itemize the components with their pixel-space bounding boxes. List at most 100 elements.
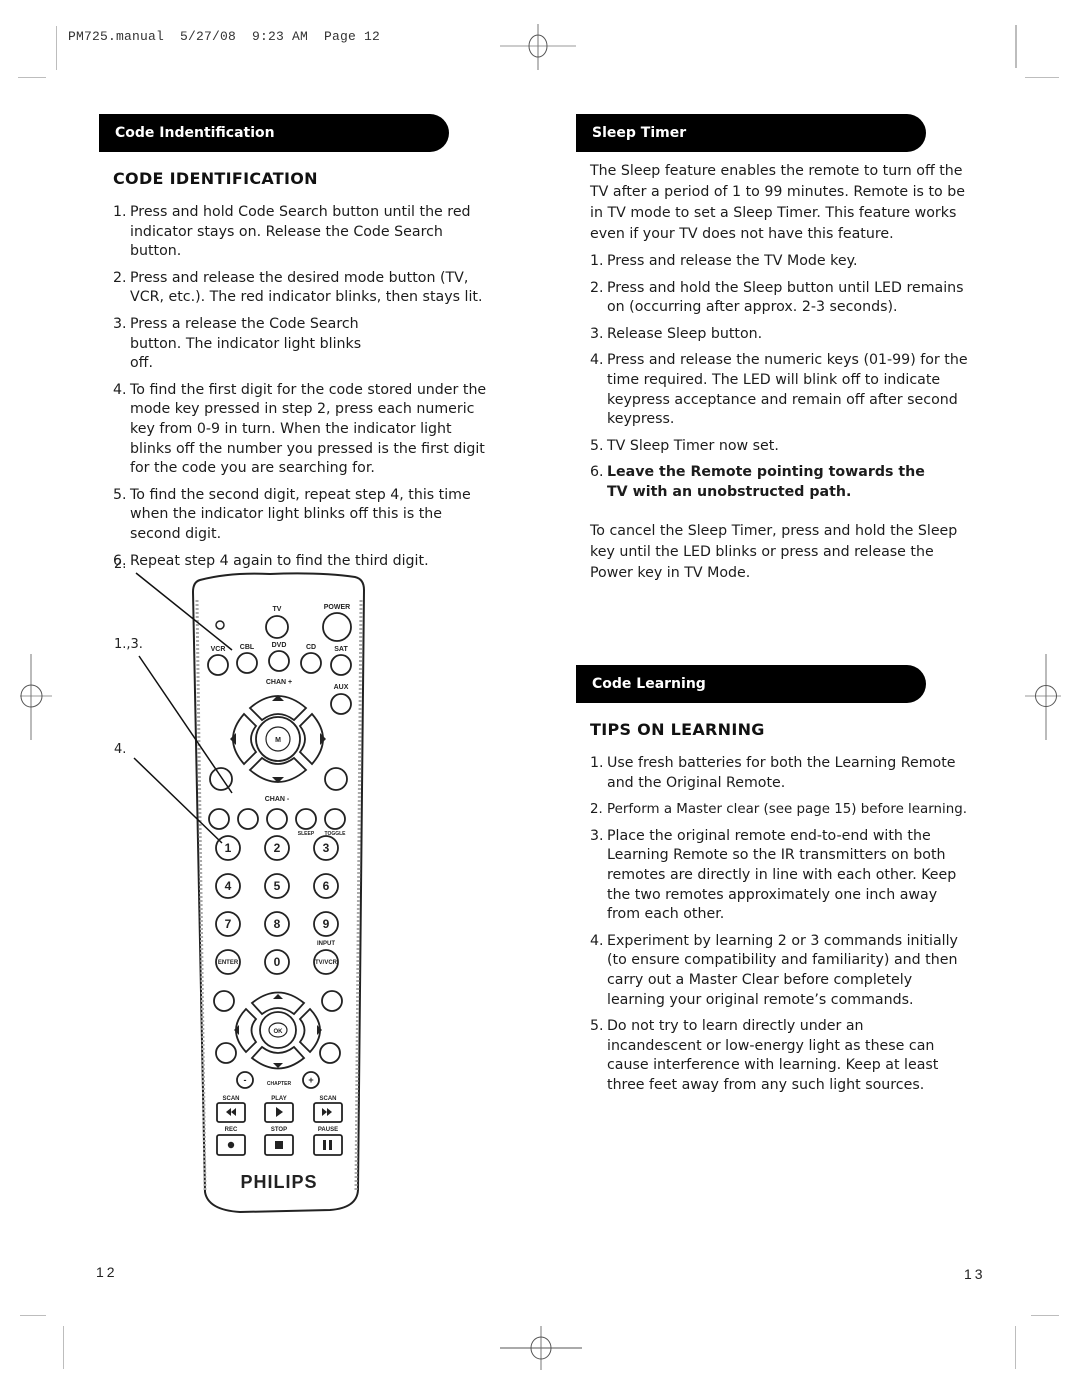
label-chan-down: CHAN - [265, 796, 290, 803]
step-number: 6. [590, 464, 604, 481]
step-text: To find the first digit for the code sto… [130, 381, 487, 477]
digit-label: 0 [274, 955, 281, 969]
step-text: Press and hold the Sleep button until LE… [607, 279, 964, 316]
heading-code-identification: CODE IDENTIFICATION [113, 169, 318, 188]
label-scan-fwd: SCAN [319, 1096, 336, 1102]
digit-label: 6 [323, 879, 330, 893]
step-number: 4. [590, 352, 604, 369]
label-aux: AUX [334, 684, 349, 691]
step-item: 2. Press and hold the Sleep button until … [590, 279, 970, 318]
digit-label: 1 [225, 841, 232, 855]
code-identification-steps: 1. Press and hold Code Search button unti… [113, 203, 493, 578]
step-text: Press and hold Code Search button until … [130, 204, 471, 260]
step-item: 3. Press a release the Code Search button… [113, 315, 493, 374]
label-chan-up: CHAN + [266, 679, 292, 686]
step-item: 5. TV Sleep Timer now set. [590, 437, 970, 457]
digit-label: 3 [323, 841, 330, 855]
step-item: 6. Leave the Remote pointing towards the … [590, 463, 970, 502]
digit-label: 9 [323, 917, 330, 931]
step-item: 1. Press and release the TV Mode key. [590, 252, 970, 272]
step-number: 2. [590, 802, 603, 818]
label-stop: STOP [271, 1127, 287, 1133]
page-number-right: 13 [964, 1266, 986, 1282]
step-number: 5. [590, 1018, 604, 1035]
remote-illustration: TV POWER VCR CBL DVD CD SAT CHAN + AUX M [133, 572, 366, 1214]
step-item: 2. Perform a Master clear (see page 15) b… [590, 800, 970, 820]
heading-tips-on-learning: TIPS ON LEARNING [590, 720, 765, 739]
step-number: 4. [590, 932, 604, 949]
sleep-cancel-note: To cancel the Sleep Timer, press and hol… [590, 522, 958, 581]
step-item: 4. Experiment by learning 2 or 3 commands… [590, 932, 970, 1010]
step-number: 4. [113, 381, 127, 398]
step-number: 2. [590, 279, 604, 296]
crop-mark [1015, 1326, 1016, 1369]
step-text: Do not try to learn directly under an in… [607, 1018, 939, 1093]
step-item: 1. Use fresh batteries for both the Learn… [590, 754, 970, 793]
crop-mark [18, 77, 46, 78]
label-sat: SAT [334, 646, 348, 653]
label-input: INPUT [317, 941, 335, 947]
step-item: 5. Do not try to learn directly under an … [590, 1017, 970, 1095]
registration-mark-left [20, 654, 52, 740]
step-number: 3. [590, 827, 604, 844]
label-vcr: VCR [211, 646, 226, 653]
step-text: Press and release the numeric keys (01-9… [607, 352, 968, 428]
banner-label: Sleep Timer [592, 125, 687, 141]
step-number: 5. [590, 437, 604, 454]
step-text: To find the second digit, repeat step 4,… [130, 486, 471, 542]
label-m: M [275, 737, 281, 744]
step-number: 5. [113, 486, 127, 503]
step-number: 3. [113, 315, 127, 332]
sleep-timer-steps: 1. Press and release the TV Mode key. 2. P… [590, 252, 970, 503]
step-item: 2. Press and release the desired mode but… [113, 269, 493, 308]
digit-label: 7 [225, 917, 232, 931]
crop-mark [20, 1315, 46, 1316]
label-cd: CD [306, 644, 316, 651]
label-enter: ENTER [218, 960, 239, 966]
crop-mark [1025, 77, 1059, 78]
step-number: 1. [590, 755, 604, 771]
step-text: Press and release the desired mode butto… [130, 269, 483, 306]
registration-mark-bottom [500, 1326, 582, 1370]
step-item: 5. To find the second digit, repeat step … [113, 486, 493, 545]
label-power: POWER [324, 604, 350, 611]
crop-mark [1031, 1315, 1059, 1316]
step-number: 1. [590, 253, 604, 269]
step-item: 3. Place the original remote end-to-end w… [590, 827, 970, 925]
pause-icon-bar [329, 1140, 332, 1150]
step-text: Place the original remote end-to-end wit… [607, 827, 957, 923]
sleep-timer-content: The Sleep feature enables the remote to … [590, 161, 970, 591]
label-dvd: DVD [272, 642, 287, 649]
label-pause: PAUSE [318, 1127, 338, 1133]
crop-mark [56, 26, 57, 70]
step-item: 4. Press and release the numeric keys (01… [590, 351, 970, 429]
tips-on-learning-steps: 1. Use fresh batteries for both the Learn… [590, 754, 970, 1103]
step-text: Press and release the TV Mode key. [607, 253, 858, 269]
step-text: Perform a Master clear (see page 15) bef… [607, 802, 967, 818]
banner-label: Code Learning [592, 676, 706, 692]
step-number: 3. [590, 325, 604, 342]
label-cbl: CBL [240, 644, 255, 651]
digit-label: 4 [225, 879, 232, 893]
label-sleep: SLEEP [298, 831, 315, 837]
step-text: Leave the Remote pointing towards the TV… [607, 464, 925, 500]
pause-icon [323, 1140, 326, 1150]
label-tv: TV [273, 606, 282, 613]
crop-mark [1015, 25, 1017, 68]
stop-icon [275, 1141, 283, 1149]
label-ok: OK [274, 1029, 284, 1035]
step-number: 2. [113, 269, 127, 286]
label-chapter: CHAPTER [267, 1081, 292, 1087]
section-banner-code-learning: Code Learning [576, 665, 926, 703]
print-slug: PM725.manual 5/27/08 9:23 AM Page 12 [68, 29, 381, 44]
step-text: Press a release the Code Search button. … [130, 315, 362, 372]
step-item: 3. Release Sleep button. [590, 325, 970, 345]
label-chapter-minus: - [244, 1075, 247, 1085]
registration-mark-right [1025, 654, 1061, 740]
step-item: 4. To find the first digit for the code s… [113, 381, 493, 479]
label-play: PLAY [271, 1096, 286, 1102]
step-text: Use fresh batteries for both the Learnin… [607, 755, 956, 791]
label-chapter-plus: + [308, 1075, 313, 1085]
brand-logo: PHILIPS [240, 1172, 317, 1192]
section-banner-sleep-timer: Sleep Timer [576, 114, 926, 152]
